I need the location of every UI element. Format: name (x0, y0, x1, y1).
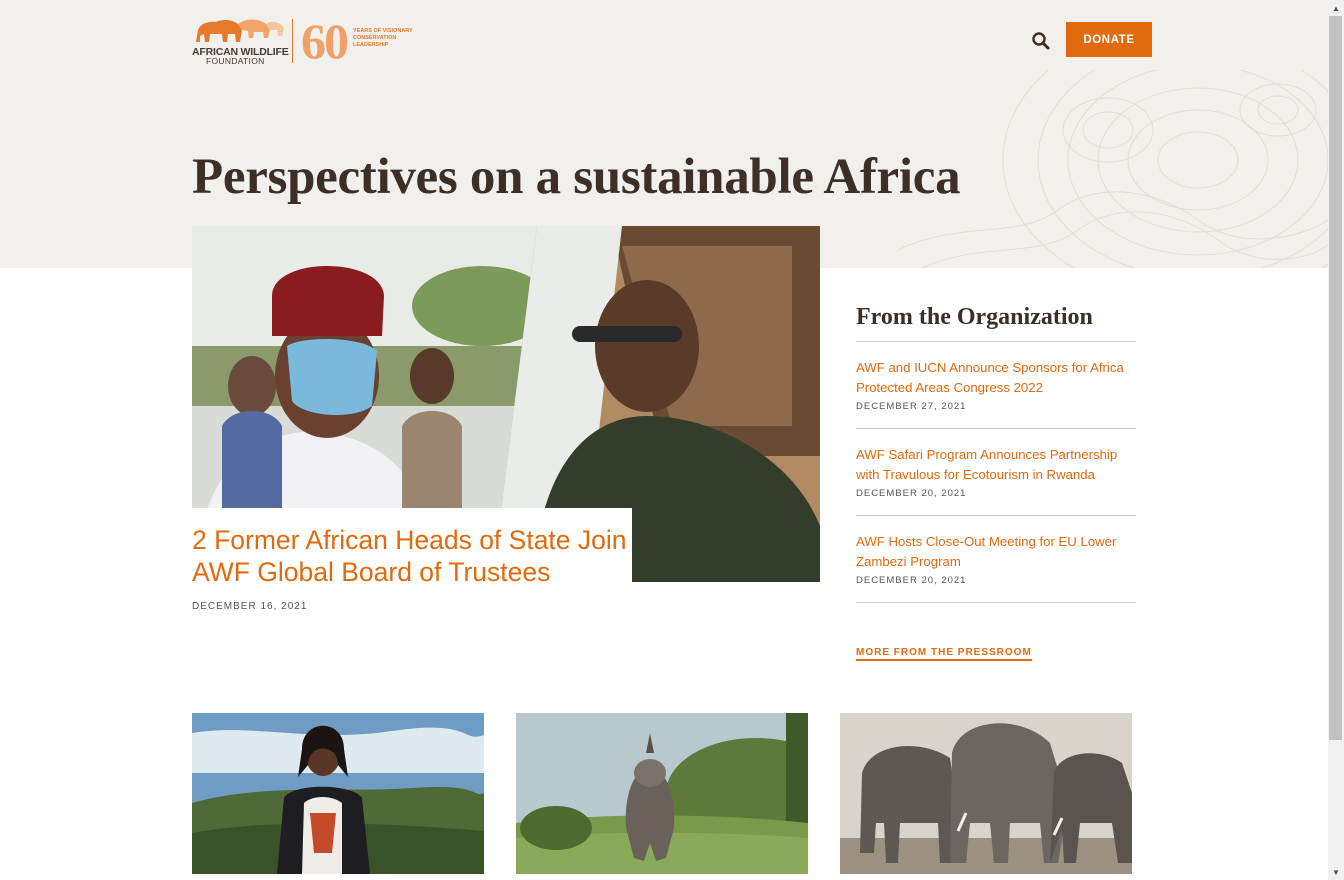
logo-tagline: YEARS OF VISIONARY CONSERVATION LEADERSH… (353, 27, 413, 48)
feature-date: DECEMBER 16, 2021 (192, 601, 308, 612)
page: AFRICAN WILDLIFE FOUNDATION 60 YEARS OF … (0, 0, 1328, 880)
page-title: Perspectives on a sustainable Africa (192, 149, 961, 205)
news-date: DECEMBER 20, 2021 (856, 575, 967, 586)
sidebar-news-item: AWF and IUCN Announce Sponsors for Afric… (856, 342, 1136, 429)
story-photo-woman (192, 713, 484, 874)
story-card-woman[interactable] (192, 713, 484, 874)
news-link[interactable]: AWF Hosts Close-Out Meeting for EU Lower… (856, 532, 1136, 571)
scrollbar-thumb[interactable] (1329, 16, 1342, 740)
story-photo-elephants (840, 713, 1132, 874)
scroll-up-icon[interactable]: ▲ (1328, 0, 1344, 16)
story-photo-rhino (516, 713, 808, 874)
news-link[interactable]: AWF Safari Program Announces Partnership… (856, 445, 1136, 484)
donate-button[interactable]: DONATE (1066, 22, 1152, 57)
logo-sixty: 60 (301, 13, 349, 69)
sidebar-news-item: AWF Hosts Close-Out Meeting for EU Lower… (856, 516, 1136, 603)
logo-divider (292, 19, 293, 63)
logo-text-line2: FOUNDATION (206, 56, 265, 66)
news-date: DECEMBER 20, 2021 (856, 488, 967, 499)
story-card-rhino[interactable] (516, 713, 808, 874)
news-link[interactable]: AWF and IUCN Announce Sponsors for Afric… (856, 358, 1136, 397)
awf-logo[interactable]: AFRICAN WILDLIFE FOUNDATION 60 YEARS OF … (192, 16, 419, 66)
sidebar-from-organization: From the Organization AWF and IUCN Annou… (856, 304, 1136, 603)
search-icon (1032, 32, 1050, 50)
feature-title-link[interactable]: 2 Former African Heads of State Join AWF… (192, 524, 632, 588)
story-card-elephants[interactable] (840, 713, 1132, 874)
elephant-logo-icon: AFRICAN WILDLIFE FOUNDATION (192, 16, 289, 66)
topographic-pattern (898, 70, 1328, 268)
search-button[interactable] (1030, 30, 1052, 52)
news-date: DECEMBER 27, 2021 (856, 401, 967, 412)
more-from-pressroom-link[interactable]: MORE FROM THE PRESSROOM (856, 647, 1032, 661)
sidebar-news-item: AWF Safari Program Announces Partnership… (856, 429, 1136, 516)
scroll-down-icon[interactable]: ▼ (1328, 864, 1344, 880)
sidebar-heading: From the Organization (856, 304, 1136, 342)
